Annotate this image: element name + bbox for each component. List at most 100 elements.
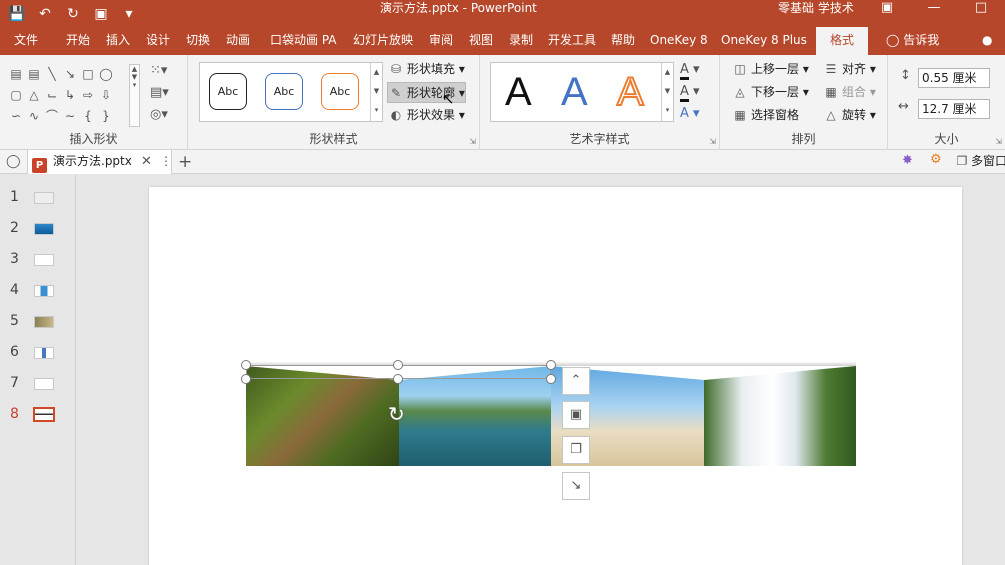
resize-handle-ne[interactable] [546, 360, 556, 370]
style-preset-dark[interactable]: Abc [209, 73, 247, 110]
left-brace-icon[interactable]: { [79, 106, 97, 127]
expand-corner-icon[interactable]: ↘ [562, 472, 590, 500]
minimize-icon[interactable]: — [920, 0, 948, 20]
photo-lake-bridge[interactable] [399, 366, 551, 466]
save-icon[interactable]: 💾 [8, 5, 26, 23]
tab-menu-icon[interactable]: ⋮ [160, 150, 172, 173]
ribbon-display-icon[interactable]: ▣ [873, 0, 901, 20]
wordart-orange-outline[interactable]: A [616, 67, 645, 117]
text-effects-icon[interactable]: A ▾ [680, 106, 700, 121]
send-backward-button[interactable]: ◬ 下移一层 ▾ [732, 82, 808, 103]
oval-icon[interactable]: ◯ [97, 64, 115, 85]
tab-record[interactable]: 录制 [509, 27, 533, 55]
share-user-icon[interactable]: ● [982, 27, 992, 55]
tab-transitions[interactable]: 切换 [186, 27, 210, 55]
collapse-up-icon[interactable]: ⌃ [562, 367, 590, 395]
resize-handle-se[interactable] [546, 374, 556, 384]
slide-thumb-3[interactable]: 3 [0, 249, 76, 273]
photo-forest-path[interactable] [246, 366, 399, 466]
slide-thumb-4[interactable]: 4 [0, 280, 76, 304]
wordart-gallery[interactable]: A A A ▲ ▼ ▾ [490, 62, 674, 122]
tab-file[interactable]: 文件 [14, 27, 38, 55]
tab-help[interactable]: 帮助 [611, 27, 635, 55]
resize-handle-n[interactable] [393, 360, 403, 370]
settings-gear-icon[interactable]: ⚙ [930, 152, 942, 167]
multiwindow-button[interactable]: ❐ 多窗口 [956, 151, 1005, 172]
resize-handle-s[interactable] [393, 374, 403, 384]
tab-animations[interactable]: 动画 [226, 27, 250, 55]
style-preset-orange[interactable]: Abc [321, 73, 359, 110]
vertical-textbox-icon[interactable]: ▤ [25, 64, 43, 85]
style-gallery-scroll[interactable]: ▲ ▼ ▾ [370, 63, 382, 121]
tab-home[interactable]: 开始 [66, 27, 90, 55]
triangle-icon[interactable]: △ [25, 85, 43, 106]
maximize-icon[interactable]: □ [967, 0, 995, 20]
elbow-arrow-icon[interactable]: ↳ [61, 85, 79, 106]
tab-design[interactable]: 设计 [146, 27, 170, 55]
shapes-gallery-scroll[interactable]: ▲ ▼ ▾ [129, 64, 140, 127]
photo-waterfall[interactable] [704, 366, 856, 466]
customize-icon[interactable]: ▾ [120, 5, 138, 23]
slide-thumb-5[interactable]: 5 [0, 311, 76, 335]
undo-icon[interactable]: ↶ [36, 5, 54, 23]
tab-review[interactable]: 审阅 [429, 27, 453, 55]
right-arrow-icon[interactable]: ⇨ [79, 85, 97, 106]
tab-insert[interactable]: 插入 [106, 27, 130, 55]
down-arrow-icon[interactable]: ⇩ [97, 85, 115, 106]
shape-effects-button[interactable]: ◐ 形状效果 ▾ [388, 105, 465, 126]
tab-onekey8-plus[interactable]: OneKey 8 Plus [721, 27, 807, 55]
size-launcher-icon[interactable]: ⇲ [995, 137, 1002, 146]
selection-pane-button[interactable]: ▦ 选择窗格 [732, 105, 799, 126]
wordart-launcher-icon[interactable]: ⇲ [709, 137, 716, 146]
document-tab[interactable]: P 演示方法.pptx ✕ ⋮ [27, 150, 172, 174]
wordart-black[interactable]: A [505, 67, 532, 117]
rectangle-icon[interactable]: □ [79, 64, 97, 85]
slide-thumb-8[interactable]: 8 [0, 404, 76, 428]
rounded-rect-icon[interactable]: ▢ [7, 85, 25, 106]
scribble-icon[interactable]: ∿ [25, 106, 43, 127]
close-tab-icon[interactable]: ✕ [141, 150, 152, 173]
right-brace-icon[interactable]: } [97, 106, 115, 127]
shapes-gallery[interactable]: ▤ ▤ ╲ ↘ □ ◯ ▢ △ ⌙ ↳ ⇨ ⇩ ∽ ∿ ⌒ ∼ { } [7, 64, 139, 127]
tab-pocket-animation[interactable]: 口袋动画 PA [270, 27, 337, 55]
shape-width-input[interactable]: 12.7 厘米 [918, 99, 990, 119]
text-outline-icon[interactable]: A ▾ [680, 84, 700, 102]
align-button[interactable]: ☰ 对齐 ▾ [823, 59, 876, 80]
line-icon[interactable]: ╲ [43, 64, 61, 85]
merge-shapes-icon[interactable]: ◎▾ [150, 107, 168, 122]
arrow-line-icon[interactable]: ↘ [61, 64, 79, 85]
style-preset-blue[interactable]: Abc [265, 73, 303, 110]
rotate-handle-icon[interactable]: ↻ [388, 402, 405, 426]
rotate-button[interactable]: △ 旋转 ▾ [823, 105, 875, 126]
new-tab-icon[interactable]: + [178, 152, 192, 172]
curve-icon[interactable]: ∼ [61, 106, 79, 127]
slide-thumb-1[interactable]: 1 [0, 187, 76, 211]
edit-shape-icon[interactable]: ⁙▾ [150, 63, 167, 78]
slide-thumb-7[interactable]: 7 [0, 373, 76, 397]
slide-thumb-6[interactable]: 6 [0, 342, 76, 366]
group-button[interactable]: ▦ 组合 ▾ [823, 82, 876, 103]
tab-view[interactable]: 视图 [469, 27, 493, 55]
tab-slideshow[interactable]: 幻灯片放映 [353, 27, 413, 55]
slideshow-icon[interactable]: ▣ [92, 5, 110, 23]
freeform-icon[interactable]: ∽ [7, 106, 25, 127]
shape-styles-launcher-icon[interactable]: ⇲ [469, 137, 476, 146]
text-fill-icon[interactable]: A ▾ [680, 62, 700, 80]
textbox-icon[interactable]: ▤ [7, 64, 25, 85]
arc-icon[interactable]: ⌒ [43, 106, 61, 127]
shape-fill-button[interactable]: ⛁ 形状填充 ▾ [388, 59, 465, 80]
elbow-connector-icon[interactable]: ⌙ [43, 85, 61, 106]
resize-handle-nw[interactable] [241, 360, 251, 370]
home-tab-icon[interactable]: ◯ [6, 154, 21, 169]
wordart-gallery-scroll[interactable]: ▲ ▼ ▾ [661, 63, 673, 121]
redo-icon[interactable]: ↻ [64, 5, 82, 23]
resize-handle-sw[interactable] [241, 374, 251, 384]
bring-forward-button[interactable]: ◫ 上移一层 ▾ [732, 59, 809, 80]
ai-star-icon[interactable]: ✸ [902, 153, 913, 168]
arrange-shapes-icon[interactable]: ❐ [562, 436, 590, 464]
user-name[interactable]: 零基础 学技术 [778, 0, 854, 17]
slide-thumb-2[interactable]: 2 [0, 218, 76, 242]
textbox-insert-icon[interactable]: ▤▾ [150, 85, 169, 100]
tab-format[interactable]: 格式 [816, 27, 869, 55]
wordart-blue[interactable]: A [561, 67, 588, 117]
